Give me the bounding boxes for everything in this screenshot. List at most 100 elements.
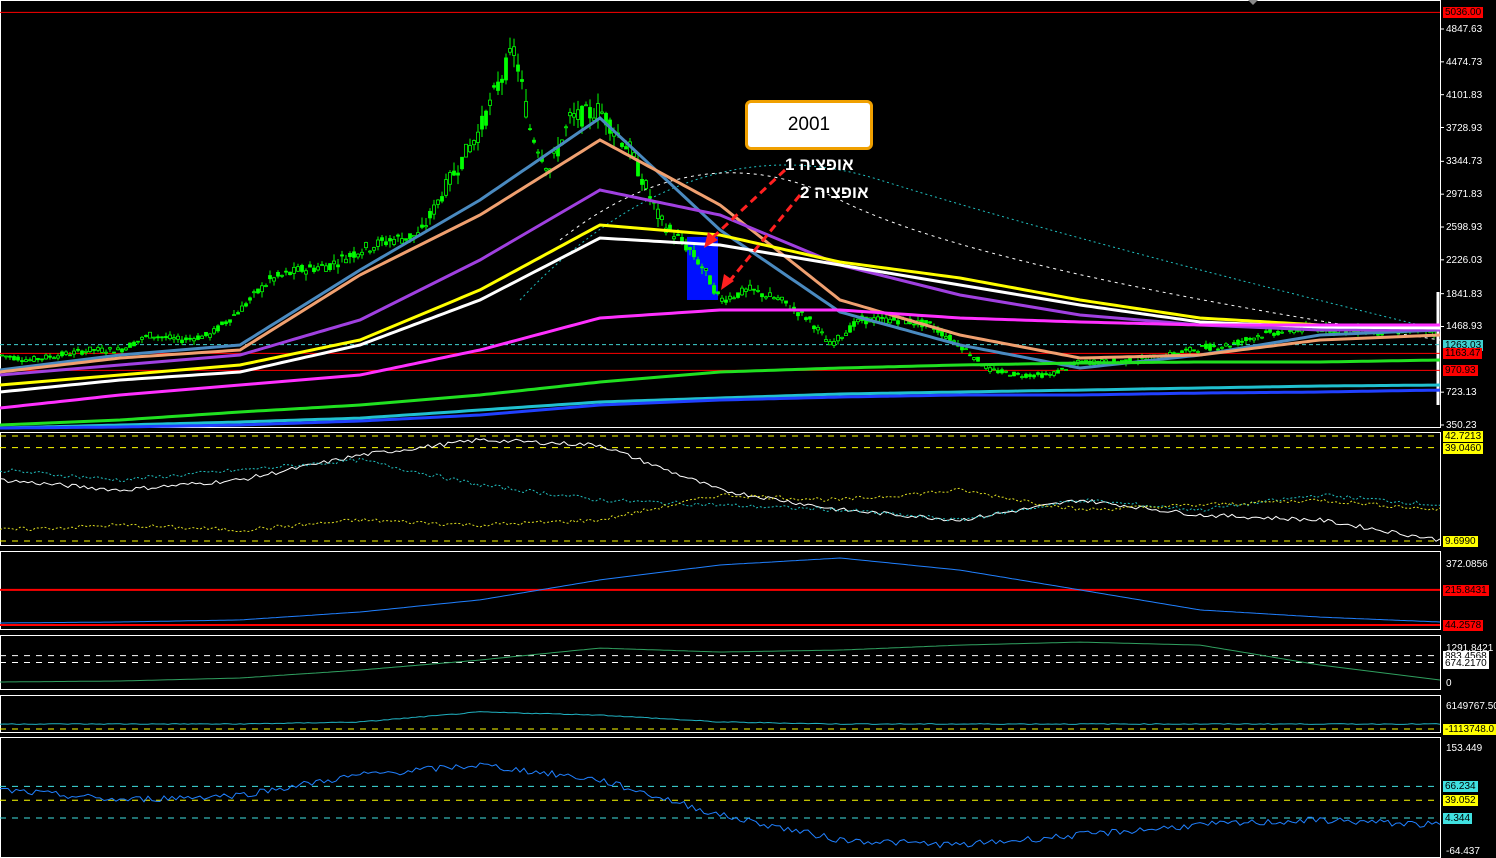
candle-body — [376, 239, 380, 247]
option-1-label: אופציה 1 — [785, 155, 854, 174]
candle-body — [776, 297, 780, 300]
candle-body — [696, 259, 700, 265]
candle-body — [1032, 374, 1036, 378]
candle-body — [368, 250, 372, 253]
candle-body — [1016, 372, 1020, 375]
candle-body — [480, 115, 484, 130]
candle-body — [736, 292, 740, 298]
candle-body — [476, 131, 480, 143]
candle-body — [1180, 350, 1184, 353]
candle-body — [1280, 331, 1284, 334]
candle-body — [240, 305, 244, 312]
candle-body — [304, 270, 308, 275]
candle-body — [380, 237, 384, 241]
candle-body — [428, 210, 432, 219]
candle-body — [1120, 359, 1124, 362]
candle-body — [1292, 329, 1296, 334]
candle-body — [1044, 373, 1048, 376]
price-tick-label: 723.13 — [1446, 387, 1477, 399]
candle-body — [732, 297, 736, 300]
candle-body — [760, 293, 764, 298]
candle-body — [884, 317, 888, 324]
candle-body — [220, 321, 224, 325]
candle-body — [568, 112, 572, 117]
price-tick-label: 4847.63 — [1446, 24, 1483, 35]
candle-body — [668, 224, 672, 230]
candle-body — [756, 290, 760, 292]
candle-body — [1036, 372, 1040, 375]
candle-body — [1028, 374, 1032, 377]
candle-body — [440, 196, 444, 202]
panel6-min-label: -64.437 — [1446, 846, 1480, 857]
candle-body — [544, 168, 548, 171]
panel2-level-tag: 9.6990 — [1443, 536, 1478, 547]
candle-body — [600, 111, 604, 114]
candle-body — [576, 109, 580, 120]
candle-body — [1208, 343, 1212, 351]
candle-body — [68, 354, 72, 357]
candle-body — [724, 299, 728, 303]
candle-body — [988, 367, 992, 372]
candle-body — [52, 357, 56, 360]
candle-body — [1024, 373, 1028, 378]
candle-body — [60, 351, 64, 357]
candle-body — [532, 139, 536, 143]
candle-body — [496, 81, 500, 91]
candle-body — [32, 356, 36, 362]
candle-body — [56, 355, 60, 359]
candle-body — [272, 277, 276, 282]
candle-body — [1228, 345, 1232, 348]
candle-body — [420, 224, 424, 228]
candle-body — [424, 225, 428, 228]
annotation-box-2001[interactable]: 2001 — [745, 100, 873, 150]
candle-body — [596, 103, 600, 120]
panel2-yellow-line — [0, 487, 1441, 533]
envelope-cyan — [519, 164, 1441, 331]
candle-body — [244, 303, 248, 307]
candle-body — [20, 360, 24, 362]
candle-body — [800, 311, 804, 313]
candle-body — [180, 339, 184, 343]
candle-body — [1084, 359, 1088, 362]
price-tick-label: 3344.73 — [1446, 156, 1483, 168]
candle-body — [1184, 348, 1188, 351]
candle-body — [676, 234, 680, 236]
candle-body — [80, 350, 84, 355]
candle-body — [1008, 374, 1012, 377]
candle-body — [208, 333, 212, 338]
candle-body — [536, 151, 540, 154]
scroll-marker-icon — [1248, 0, 1258, 5]
candle-body — [252, 291, 256, 294]
candle-body — [1260, 336, 1264, 339]
candle-body — [484, 110, 488, 126]
candle-body — [840, 336, 844, 339]
candle-body — [780, 296, 784, 301]
panel4-level-tag: 674.2170 — [1443, 657, 1489, 669]
panel6-level-tag: 39.052 — [1443, 795, 1478, 807]
candle-body — [444, 179, 448, 196]
candle-body — [764, 296, 768, 299]
candle-body — [752, 288, 756, 291]
candle-body — [392, 239, 396, 245]
candle-body — [328, 263, 332, 271]
price-tick-label: 4101.83 — [1446, 89, 1483, 101]
candle-body — [1188, 347, 1192, 352]
candle-body — [1200, 345, 1204, 347]
candle-body — [132, 341, 136, 347]
candle-body — [672, 236, 676, 240]
price-tick-label: 2971.83 — [1446, 189, 1483, 201]
candle-body — [820, 331, 824, 334]
candle-body — [336, 264, 340, 268]
candle-body — [880, 317, 884, 319]
candle-body — [292, 266, 296, 274]
candle-body — [372, 247, 376, 251]
candle-body — [1204, 343, 1208, 349]
candle-body — [196, 335, 200, 340]
candle-body — [124, 347, 128, 351]
panel5-level-tag: -1113748.0 — [1443, 724, 1496, 735]
candle-body — [1020, 376, 1024, 378]
candle-body — [112, 351, 116, 354]
candle-body — [688, 247, 692, 250]
candle-body — [584, 104, 588, 107]
candle-body — [456, 172, 460, 176]
